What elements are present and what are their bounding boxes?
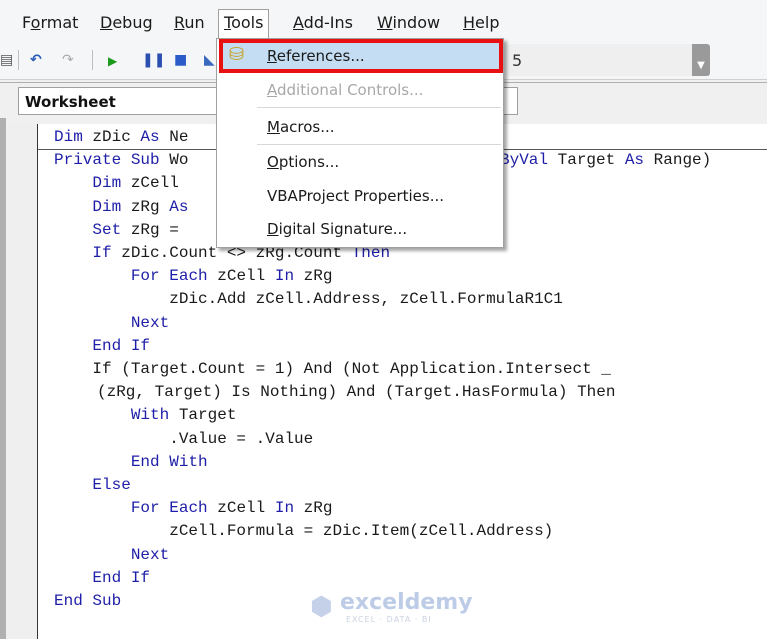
toolbar-separator bbox=[18, 50, 19, 70]
code-line[interactable]: Next bbox=[54, 314, 169, 337]
menu-item-options[interactable]: Options... bbox=[267, 153, 339, 171]
run-icon[interactable]: ▶ bbox=[108, 54, 117, 68]
menu-run[interactable]: Run bbox=[174, 12, 205, 36]
code-line[interactable]: (zRg, Target) Is Nothing) And (Target.Ha… bbox=[97, 383, 615, 406]
menu-help[interactable]: Help bbox=[463, 12, 499, 36]
tools-menu-dropdown: ⛁ References... Additional Controls... M… bbox=[216, 38, 504, 248]
code-line[interactable]: Dim zDic As Ne bbox=[54, 128, 188, 151]
menu-item-additional-controls: Additional Controls... bbox=[267, 81, 424, 99]
menu-separator bbox=[257, 107, 501, 108]
code-line[interactable]: End Sub bbox=[54, 592, 121, 615]
margin-indicator-bar bbox=[7, 124, 38, 639]
toolbar-separator bbox=[92, 50, 93, 70]
code-line[interactable]: Private Sub Wo bbox=[54, 151, 188, 174]
menu-window[interactable]: Window bbox=[377, 12, 440, 36]
code-line[interactable]: For Each zCell In zRg bbox=[54, 499, 333, 522]
code-line[interactable]: End With bbox=[54, 453, 208, 476]
menu-add-ins[interactable]: Add-Ins bbox=[293, 12, 353, 36]
code-line[interactable]: Dim zCell bbox=[54, 174, 178, 197]
design-mode-icon[interactable]: ◣ bbox=[204, 52, 215, 68]
code-line[interactable]: .Value = .Value bbox=[54, 430, 313, 453]
code-line[interactable]: End If bbox=[54, 337, 150, 360]
procedure-combo-value: 5 bbox=[512, 51, 523, 70]
pause-icon[interactable]: ❚❚ bbox=[142, 52, 165, 68]
code-line[interactable]: With Target bbox=[54, 406, 237, 429]
procedure-combo[interactable]: 5 ▼ bbox=[505, 44, 710, 76]
code-line[interactable]: Else bbox=[54, 476, 130, 499]
undo-icon[interactable]: ↶ bbox=[30, 52, 42, 68]
menu-format[interactable]: Format bbox=[22, 12, 78, 36]
dropdown-arrow-icon[interactable]: ▼ bbox=[692, 44, 710, 76]
menu-separator bbox=[257, 144, 501, 145]
menu-tools[interactable]: Tools bbox=[218, 9, 270, 39]
stop-icon[interactable]: ■ bbox=[174, 52, 187, 68]
redo-icon[interactable]: ↷ bbox=[62, 52, 74, 68]
code-line-tail[interactable]: ByVal Target As Range) bbox=[500, 151, 711, 174]
code-line[interactable]: If (Target.Count = 1) And (Not Applicati… bbox=[54, 360, 610, 383]
code-line[interactable]: Next bbox=[54, 546, 169, 569]
menu-item-references[interactable]: References... bbox=[267, 47, 365, 65]
menu-item-macros[interactable]: Macros... bbox=[267, 118, 335, 136]
menu-debug[interactable]: Debug bbox=[100, 12, 153, 36]
code-line[interactable]: Dim zRg As bbox=[54, 198, 188, 221]
code-line[interactable]: zCell.Formula = zDic.Item(zCell.Address) bbox=[54, 522, 553, 545]
references-icon: ⛁ bbox=[229, 44, 245, 65]
menu-item-vbaproject-properties[interactable]: VBAProject Properties... bbox=[267, 187, 444, 205]
exceldemy-logo-icon: ⬢ bbox=[310, 592, 333, 622]
watermark-brand: exceldemy bbox=[340, 590, 473, 615]
menu-bar: Format Debug Run Tools Add-Ins Window He… bbox=[0, 0, 767, 40]
code-line[interactable]: End If bbox=[54, 569, 150, 592]
menu-item-digital-signature[interactable]: Digital Signature... bbox=[267, 220, 407, 238]
code-line[interactable]: zDic.Add zCell.Address, zCell.FormulaR1C… bbox=[54, 290, 563, 313]
code-line[interactable]: Set zRg = bbox=[54, 221, 178, 244]
print-icon[interactable]: ▤ bbox=[0, 52, 13, 68]
watermark-tagline: EXCEL · DATA · BI bbox=[346, 615, 432, 624]
code-line[interactable]: For Each zCell In zRg bbox=[54, 267, 333, 290]
